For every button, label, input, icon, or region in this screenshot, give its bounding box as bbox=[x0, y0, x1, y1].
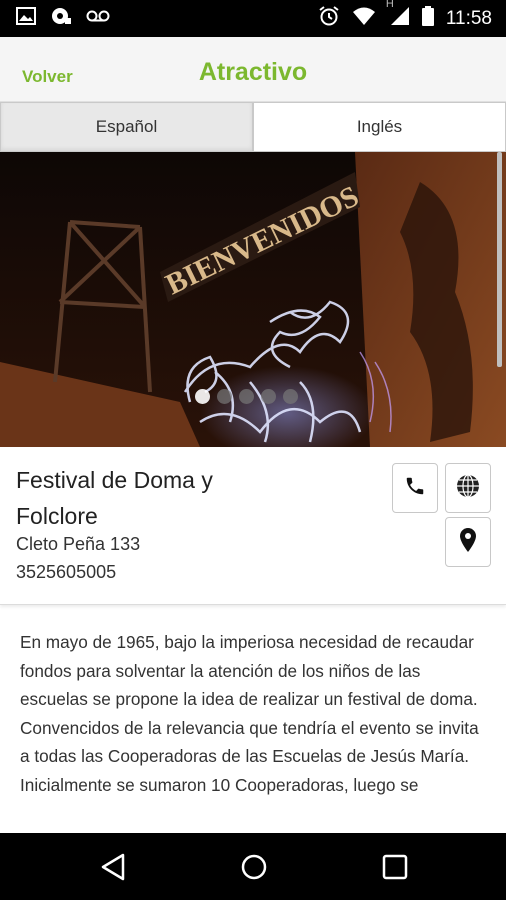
gallery-icon bbox=[16, 7, 36, 30]
clock: 11:58 bbox=[445, 7, 492, 29]
carousel-dot[interactable] bbox=[217, 389, 232, 404]
alarm-icon bbox=[318, 5, 340, 32]
network-type-label: H bbox=[385, 0, 394, 10]
status-bar: H 11:58 bbox=[0, 0, 506, 37]
place-address: Cleto Peña 133 bbox=[16, 534, 141, 554]
language-tabs: Español Inglés bbox=[0, 102, 506, 152]
battery-icon bbox=[421, 6, 434, 31]
globe-icon bbox=[455, 473, 481, 504]
home-circle-icon[interactable] bbox=[240, 853, 268, 886]
navigation-bar bbox=[0, 833, 506, 900]
carousel-indicators bbox=[195, 389, 298, 404]
place-phone: 3525605005 bbox=[16, 562, 117, 582]
sync-icon bbox=[50, 6, 72, 31]
voicemail-icon bbox=[86, 9, 110, 28]
recents-square-icon[interactable] bbox=[382, 854, 408, 885]
attraction-photo[interactable]: BIENVENIDOS bbox=[0, 152, 506, 447]
wifi-icon bbox=[352, 6, 376, 31]
website-button[interactable] bbox=[445, 463, 491, 513]
page-title: Atractivo bbox=[198, 58, 308, 86]
place-name: Festival de Doma y Folclore bbox=[16, 467, 213, 529]
back-triangle-icon[interactable] bbox=[100, 853, 126, 886]
carousel-dot[interactable] bbox=[261, 389, 276, 404]
tab-spanish[interactable]: Español bbox=[0, 102, 253, 152]
signal-icon: H bbox=[386, 0, 410, 31]
place-info-card: Festival de Doma y Folclore Cleto Peña 1… bbox=[0, 448, 506, 605]
action-bar: Volver Atractivo bbox=[0, 37, 506, 102]
carousel-dot[interactable] bbox=[283, 389, 298, 404]
map-location-button[interactable] bbox=[445, 517, 491, 567]
phone-icon bbox=[404, 475, 426, 502]
carousel-dot-active[interactable] bbox=[195, 389, 210, 404]
location-pin-icon bbox=[459, 527, 477, 558]
attraction-description: En mayo de 1965, bajo la imperiosa neces… bbox=[20, 632, 479, 795]
call-button[interactable] bbox=[392, 463, 438, 513]
scrollbar[interactable] bbox=[497, 152, 502, 367]
carousel-dot[interactable] bbox=[239, 389, 254, 404]
tab-english[interactable]: Inglés bbox=[253, 102, 506, 152]
